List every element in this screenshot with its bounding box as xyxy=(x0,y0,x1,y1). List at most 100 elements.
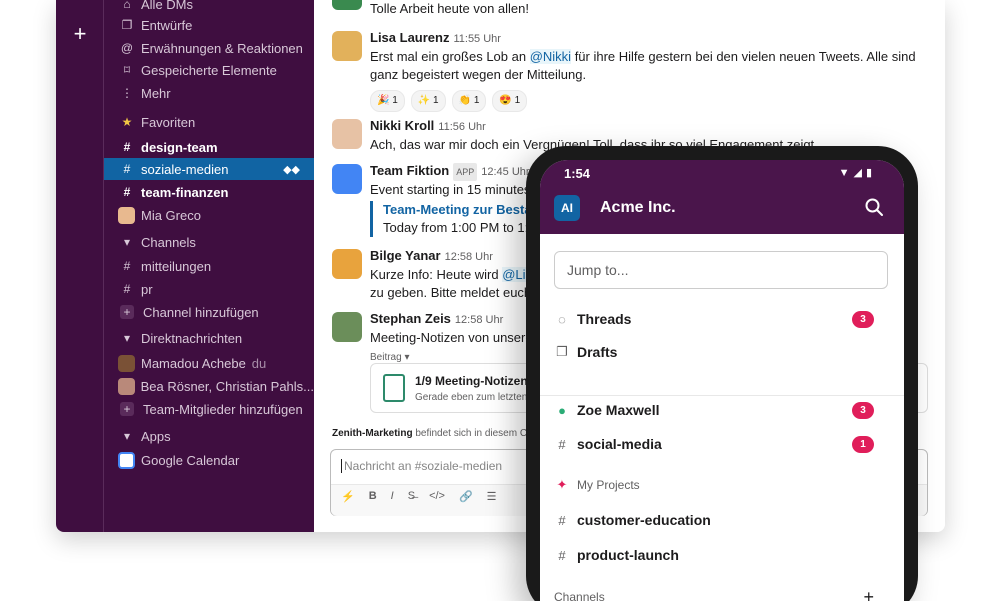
row-product-launch[interactable]: # product-launch xyxy=(554,542,888,568)
sidebar-item-pr[interactable]: # pr xyxy=(104,278,314,300)
timestamp[interactable]: 12:45 Uhr xyxy=(481,166,529,178)
count-badge: 3 xyxy=(852,401,874,419)
sidebar-item-mamadou[interactable]: Mamadou Achebe du xyxy=(104,352,314,374)
sidebar-item-more[interactable]: ⋮ Mehr xyxy=(104,82,314,104)
sidebar-section-apps[interactable]: ▾ Apps xyxy=(104,425,314,447)
sender-name[interactable]: Nikki Kroll xyxy=(370,118,434,133)
list-icon[interactable]: ☰ xyxy=(487,490,497,503)
row-zoe-maxwell[interactable]: ● Zoe Maxwell 3 xyxy=(554,397,888,423)
avatar xyxy=(332,249,362,279)
caret-down-icon: ▾ xyxy=(123,235,131,249)
avatar xyxy=(118,377,135,395)
add-teammates-button[interactable]: + Team-Mitglieder hinzufügen xyxy=(104,398,314,420)
row-drafts[interactable]: ❐ Drafts xyxy=(554,339,888,365)
message-input[interactable]: Nachricht an #soziale-medien xyxy=(341,459,502,473)
sidebar-item-group-dm[interactable]: Bea Rösner, Christian Pahls... xyxy=(104,375,314,397)
workspace-name[interactable]: Acme Inc. xyxy=(600,199,676,217)
calendar-app-icon xyxy=(332,164,362,194)
avatar xyxy=(332,0,362,10)
row-threads[interactable]: ◌ Threads 3 xyxy=(554,306,888,332)
sender-name[interactable]: Lisa Laurenz xyxy=(370,30,449,45)
hash-icon: # xyxy=(123,185,131,199)
document-icon xyxy=(383,374,405,402)
calendar-icon xyxy=(118,451,135,469)
reaction-pill[interactable]: 👏 1 xyxy=(451,90,487,112)
sidebar-section-channels[interactable]: ▾ Channels xyxy=(104,231,314,253)
sidebar-item-google-calendar[interactable]: Google Calendar xyxy=(104,449,314,471)
sidebar-item-mia-greco[interactable]: Mia Greco xyxy=(104,204,314,226)
sender-name[interactable]: Team Fiktion xyxy=(370,163,449,178)
count-badge: 1 xyxy=(852,435,874,453)
timestamp[interactable]: 12:58 Uhr xyxy=(455,314,503,326)
sidebar-item-design-team[interactable]: # design-team xyxy=(104,136,314,158)
hash-icon: # xyxy=(123,162,131,176)
sidebar-item-saved[interactable]: ⌑ Gespeicherte Elemente xyxy=(104,59,314,81)
channel-status: Zenith-Marketing befindet sich in diesem… xyxy=(332,428,558,439)
timestamp[interactable]: 11:56 Uhr xyxy=(438,121,486,133)
presence-icon: ● xyxy=(558,402,566,418)
add-channel-button[interactable]: + Channel hinzufügen xyxy=(104,301,314,323)
strike-icon[interactable]: S̶ xyxy=(408,490,415,503)
sidebar-item-team-finanzen[interactable]: # team-finanzen xyxy=(104,181,314,203)
at-icon: @ xyxy=(120,41,134,55)
phone-screen: 1:54 ▼◢▮ AI Acme Inc. Jump to... ◌ Thread… xyxy=(540,160,904,601)
hash-icon: # xyxy=(123,282,131,296)
bookmark-icon: ⌑ xyxy=(123,63,131,77)
shared-channel-icon: ◆◆ xyxy=(283,163,300,176)
dm-icon: ⌂ xyxy=(123,0,131,11)
row-social-media[interactable]: # social-media 1 xyxy=(554,431,888,457)
hash-icon: # xyxy=(123,259,131,273)
status-clock: 1:54 xyxy=(564,166,591,181)
search-icon[interactable] xyxy=(864,197,884,217)
avatar xyxy=(118,206,135,224)
drafts-icon: ❐ xyxy=(556,344,568,359)
hash-icon: # xyxy=(558,547,566,563)
caret-down-icon: ▾ xyxy=(123,429,131,443)
post-label[interactable]: Beitrag ▾ xyxy=(370,352,409,363)
italic-icon[interactable]: I xyxy=(391,490,394,503)
reaction-pill[interactable]: ✨ 1 xyxy=(410,90,446,112)
plus-icon: + xyxy=(120,402,134,416)
avatar xyxy=(332,31,362,61)
sender-name[interactable]: Stephan Zeis xyxy=(370,311,451,326)
bold-icon[interactable]: B xyxy=(369,490,377,503)
shortcut-icon[interactable]: ⚡ xyxy=(341,490,355,503)
sidebar-section-dms[interactable]: ▾ Direktnachrichten xyxy=(104,327,314,349)
avatar xyxy=(118,354,135,372)
section-channels[interactable]: Channels + xyxy=(554,584,888,601)
section-my-projects[interactable]: ✦ My Projects xyxy=(554,472,888,498)
link-icon[interactable]: 🔗 xyxy=(459,490,473,503)
sidebar: ⌂ Alle DMs ❐ Entwürfe @ Erwähnungen & Reakt… xyxy=(104,0,314,532)
sidebar-item-mitteilungen[interactable]: # mitteilungen xyxy=(104,255,314,277)
app-badge: APP xyxy=(453,163,478,181)
add-workspace-icon[interactable]: + xyxy=(70,23,90,45)
jump-to-input[interactable]: Jump to... xyxy=(554,251,888,289)
row-customer-education[interactable]: # customer-education xyxy=(554,507,888,533)
post-title: 1/9 Meeting-Notizen xyxy=(415,374,528,388)
reaction-pill[interactable]: 😍 1 xyxy=(492,90,528,112)
sidebar-item-drafts[interactable]: ❐ Entwürfe xyxy=(104,14,314,36)
count-badge: 3 xyxy=(852,310,874,328)
avatar xyxy=(332,312,362,342)
sidebar-item-all-dms[interactable]: ⌂ Alle DMs xyxy=(104,0,314,15)
threads-icon: ◌ xyxy=(558,311,566,327)
sender-name[interactable]: Bilge Yanar xyxy=(370,248,441,263)
timestamp[interactable]: 12:58 Uhr xyxy=(445,251,493,263)
code-icon[interactable]: </> xyxy=(429,490,445,503)
sidebar-item-mentions[interactable]: @ Erwähnungen & Reaktionen xyxy=(104,37,314,59)
sidebar-section-favorites[interactable]: ★ Favoriten xyxy=(104,111,314,133)
hash-icon: # xyxy=(558,436,566,452)
workspace-badge[interactable]: AI xyxy=(554,195,580,221)
phone-header: 1:54 ▼◢▮ AI Acme Inc. xyxy=(540,160,904,234)
drafts-icon: ❐ xyxy=(121,18,133,32)
hash-icon: # xyxy=(558,512,566,528)
sidebar-item-soziale-medien[interactable]: # soziale-medien ◆◆ xyxy=(104,158,314,180)
star-icon: ★ xyxy=(121,115,133,129)
hash-icon: # xyxy=(123,140,131,154)
add-channel-icon[interactable]: + xyxy=(863,587,874,601)
mention-link[interactable]: @Nikki xyxy=(529,49,572,64)
phone-frame: 1:54 ▼◢▮ AI Acme Inc. Jump to... ◌ Thread… xyxy=(526,146,918,601)
timestamp[interactable]: 11:55 Uhr xyxy=(453,33,501,45)
reaction-pill[interactable]: 🎉 1 xyxy=(370,90,405,112)
status-icons: ▼◢▮ xyxy=(838,167,876,179)
